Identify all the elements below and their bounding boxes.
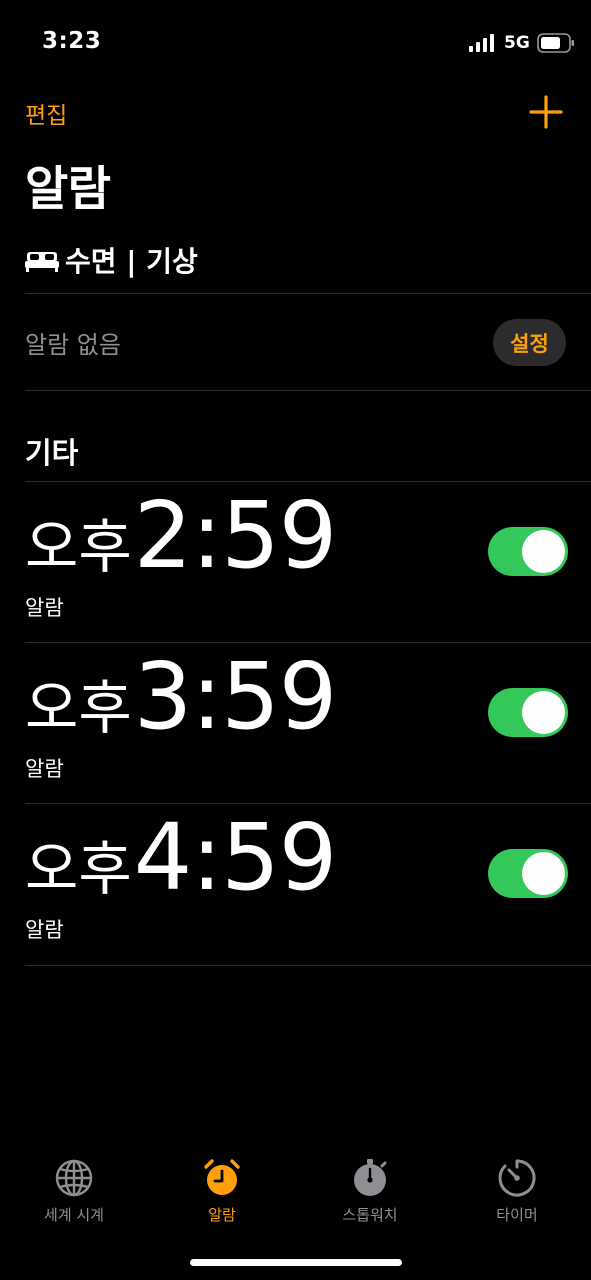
tab-label: 타이머 — [496, 1206, 538, 1224]
tab-label: 세계 시계 — [44, 1206, 104, 1224]
no-alarm-label: 알람 없음 — [25, 331, 121, 359]
alarm-time: 오후 3:59 — [25, 643, 338, 750]
sleep-header-label: 수면 | 기상 — [65, 245, 198, 278]
alarm-clock-time: 2:59 — [133, 482, 338, 589]
tab-stopwatch[interactable]: 스톱워치 — [296, 1148, 444, 1228]
tab-bar: 세계 시계 알람 스톱워치 타이머 — [0, 1148, 591, 1238]
timer-icon — [498, 1159, 536, 1197]
alarm-ampm: 오후 — [25, 513, 132, 581]
toggle-knob — [522, 852, 565, 895]
toggle-knob — [522, 691, 565, 734]
divider — [25, 965, 591, 966]
status-bar: 3:23 5G — [0, 0, 591, 88]
tab-alarm[interactable]: 알람 — [148, 1148, 296, 1228]
page-title: 알람 — [25, 162, 111, 217]
alarm-ampm: 오후 — [25, 674, 132, 742]
alarm-label: 알람 — [25, 918, 64, 942]
setup-button[interactable]: 설정 — [493, 319, 566, 366]
divider — [25, 293, 591, 294]
toggle-knob — [522, 530, 565, 573]
tab-label: 알람 — [208, 1206, 236, 1224]
stopwatch-icon — [354, 1159, 387, 1196]
battery-icon — [537, 33, 574, 53]
alarm-time: 오후 2:59 — [25, 482, 338, 589]
alarm-clock-time: 4:59 — [133, 804, 338, 911]
alarm-label: 알람 — [25, 596, 64, 620]
network-label: 5G — [504, 33, 530, 53]
tab-timer[interactable]: 타이머 — [443, 1148, 591, 1228]
alarm-row[interactable]: 오후 2:59 알람 — [0, 482, 591, 643]
alarm-toggle[interactable] — [488, 688, 568, 737]
home-indicator[interactable] — [190, 1259, 402, 1266]
alarm-row[interactable]: 오후 4:59 알람 — [0, 804, 591, 965]
alarm-clock-icon — [204, 1159, 240, 1195]
divider — [25, 390, 591, 391]
alarm-row[interactable]: 오후 3:59 알람 — [0, 643, 591, 804]
status-time: 3:23 — [42, 28, 102, 54]
sleep-header: 수면 | 기상 — [25, 240, 198, 280]
alarm-toggle[interactable] — [488, 527, 568, 576]
alarm-label: 알람 — [25, 757, 64, 781]
tab-world-clock[interactable]: 세계 시계 — [0, 1148, 148, 1228]
bed-icon — [25, 252, 59, 272]
alarm-time: 오후 4:59 — [25, 804, 338, 911]
alarm-clock-time: 3:59 — [133, 643, 338, 750]
add-icon[interactable] — [528, 94, 564, 130]
alarm-ampm: 오후 — [25, 835, 132, 903]
alarm-toggle[interactable] — [488, 849, 568, 898]
edit-button[interactable]: 편집 — [25, 96, 67, 130]
tab-label: 스톱워치 — [342, 1206, 398, 1224]
signal-icon — [469, 34, 494, 52]
section-header-others: 기타 — [25, 436, 79, 470]
globe-icon — [55, 1159, 93, 1197]
